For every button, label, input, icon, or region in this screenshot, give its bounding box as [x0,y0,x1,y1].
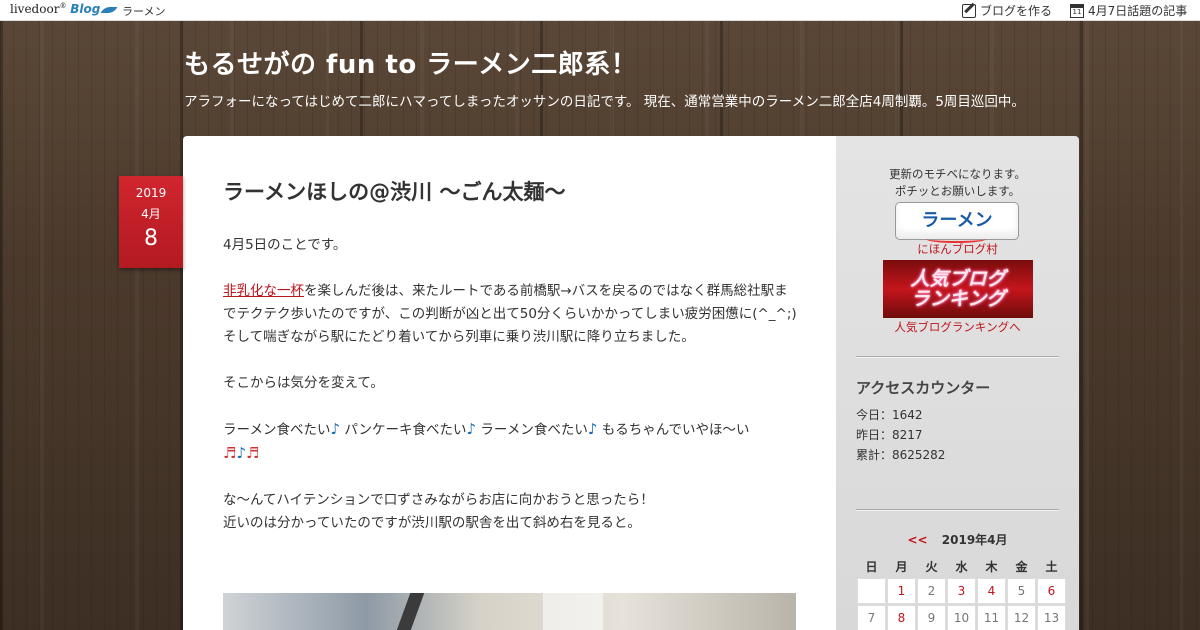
calendar-icon: 11 [1070,3,1084,18]
music-note-icon: ♪ [330,420,341,438]
date-month: 4月 [141,207,161,221]
edit-icon [962,3,976,18]
create-blog-label: ブログを作る [980,4,1053,18]
divider [856,509,1059,511]
calendar-weekday: 金 [1015,559,1028,574]
livedoor-topbar: livedoor® Blog ラーメン ブログを作る 11 4月7日話題の記事 [0,0,1200,21]
logo-blog-text: Blog [70,2,101,16]
motive-line: ポチッとお願いします。 [894,184,1021,198]
music-notes-icon: ♬ [223,444,237,462]
paragraph: 4月5日のことです。 [223,237,347,253]
calendar-weekday: 火 [925,559,938,574]
calendar-table: 日月火水木金土 123456 7 8 9 10 11 12 13 [856,554,1067,630]
article-body: 4月5日のことです。 非乳化な一杯を楽しんだ後は、来たルートである前橋駅→バスを… [223,234,798,535]
calendar-prev-link[interactable]: << [907,533,927,547]
counter-total: 累計：8625282 [856,448,946,462]
counter-today: 今日：1642 [856,408,923,422]
calendar-weekday: 月 [895,559,908,574]
calendar-header: << 2019年4月 [856,531,1059,548]
calendar-title: 2019年4月 [941,533,1008,547]
blog-title[interactable]: もるせがの fun to ラーメン二郎系！ [184,44,637,81]
calendar-day: 12 [1007,605,1036,630]
bird-icon [100,7,118,13]
song-line: パンケーキ食べたい [340,422,467,438]
create-blog-link[interactable]: ブログを作る [962,2,1052,19]
logo-text: livedoor [10,2,60,16]
ranking-request-text: 更新のモチベになります。 ポチッとお願いします。 [836,166,1079,200]
paragraph: そこからは気分を変えて。 [223,375,384,391]
article-panel: ラーメンほしの@渋川 〜ごん太麺〜 4月5日のことです。 非乳化な一杯を楽しんだ… [183,136,836,630]
calendar-day: 10 [947,605,976,630]
calendar-weekday: 土 [1045,559,1058,574]
calendar-day: 9 [917,605,946,630]
nihon-blog-mura-link[interactable]: にほんブログ村 [836,241,1079,258]
nihon-blog-mura-ramen-button[interactable]: ラーメン [895,202,1019,243]
date-year: 2019 [135,186,167,200]
calendar-weekday: 木 [985,559,998,574]
ranking-banner[interactable]: 人気ブログ ランキング [883,260,1033,318]
blog-description: アラフォーになってはじめて二郎にハマってしまったオッサンの日記です。 現在、通常… [184,94,1025,110]
calendar-day-link[interactable]: 3 [947,578,976,604]
calendar-day-link[interactable]: 4 [977,578,1006,604]
calendar-day: 5 [1007,578,1036,604]
calendar-day-link[interactable]: 6 [1037,578,1066,604]
paragraph: な〜んてハイテンションで口ずさみながらお店に向かおうと思ったら！ [223,492,654,508]
calendar-day: 13 [1037,605,1066,630]
paragraph: 近いのは分かっていたのですが渋川駅の駅舎を出て斜め右を見ると。 [223,515,641,531]
music-note-icon: ♪ [236,444,247,462]
calendar-weekday: 水 [955,559,968,574]
sidebar: 更新のモチベになります。 ポチッとお願いします。 ラーメン にほんブログ村 人気… [836,136,1079,630]
calendar-day: 11 [977,605,1006,630]
counter-yesterday: 昨日：8217 [856,428,923,442]
access-counter-title: アクセスカウンター [856,379,991,397]
divider [856,356,1059,358]
paragraph: ラーメン食べたい♪ パンケーキ食べたい♪ ラーメン食べたい♪ もるちゃんでいやほ… [223,418,798,466]
calendar-empty-cell [857,578,886,604]
article-title[interactable]: ラーメンほしの@渋川 〜ごん太麺〜 [223,176,565,206]
song-line: もるちゃんでいやほ〜い [597,422,750,438]
calendar-weekday: 日 [865,559,878,574]
song-line: ラーメン食べたい [223,422,331,438]
article-photo[interactable] [223,593,796,630]
music-note-icon: ♪ [587,420,598,438]
calendar-day: 7 [857,605,886,630]
calendar-day-link[interactable]: 1 [887,578,916,604]
post-date-badge: 2019 4月 8 [119,176,183,268]
paragraph: 非乳化な一杯を楽しんだ後は、来たルートである前橋駅→バスを戻るのではなく群馬総社… [223,280,798,326]
paragraph: そして喘ぎながら駅にたどり着いてから列車に乗り渋川駅に降り立ちました。 [223,329,695,345]
trending-articles-link[interactable]: 11 4月7日話題の記事 [1070,2,1187,19]
trending-articles-label: 4月7日話題の記事 [1088,4,1188,18]
calendar-day-link[interactable]: 8 [887,605,916,630]
banner-line: 人気ブログ [910,268,1006,290]
music-notes-icon: ♬ [246,444,260,462]
date-day: 8 [144,226,158,251]
paragraph-text: を楽しんだ後は、来たルートである前橋駅→バスを戻るのではなく群馬総社駅までテクテ… [223,283,797,322]
motive-line: 更新のモチベになります。 [889,167,1026,181]
banner-line: ランキング [910,288,1006,310]
calendar-day: 2 [917,578,946,604]
category-link[interactable]: ラーメン [122,3,166,19]
song-line: ラーメン食べたい [476,422,588,438]
music-note-icon: ♪ [466,420,477,438]
ranking-link[interactable]: 人気ブログランキングへ [836,319,1079,336]
previous-post-link[interactable]: 非乳化な一杯 [223,283,304,299]
livedoor-blog-logo[interactable]: livedoor® Blog [10,2,118,16]
